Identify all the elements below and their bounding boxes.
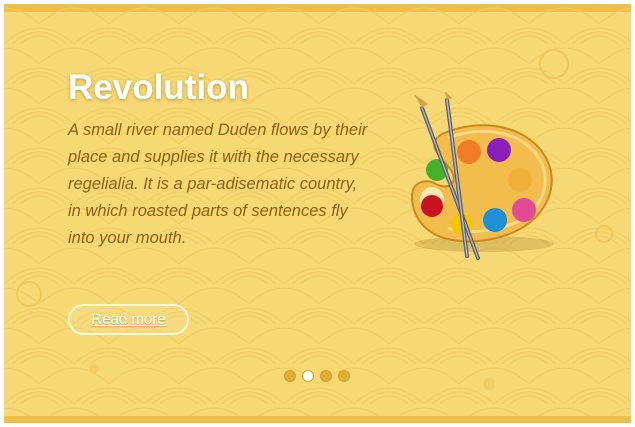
pagination-dot-1[interactable]: [284, 370, 296, 382]
paint-palette-icon: [410, 92, 554, 260]
slider-pagination: [284, 370, 350, 382]
hero-slider: Revolution A small river named Duden flo…: [4, 4, 631, 423]
pagination-dot-3[interactable]: [320, 370, 332, 382]
slide-title: Revolution: [68, 68, 249, 107]
read-more-button[interactable]: Read more: [68, 304, 189, 335]
bottom-border: [4, 416, 631, 423]
pagination-dot-4[interactable]: [338, 370, 350, 382]
pagination-dot-2[interactable]: [302, 370, 314, 382]
slide-description: A small river named Duden flows by their…: [68, 121, 368, 247]
